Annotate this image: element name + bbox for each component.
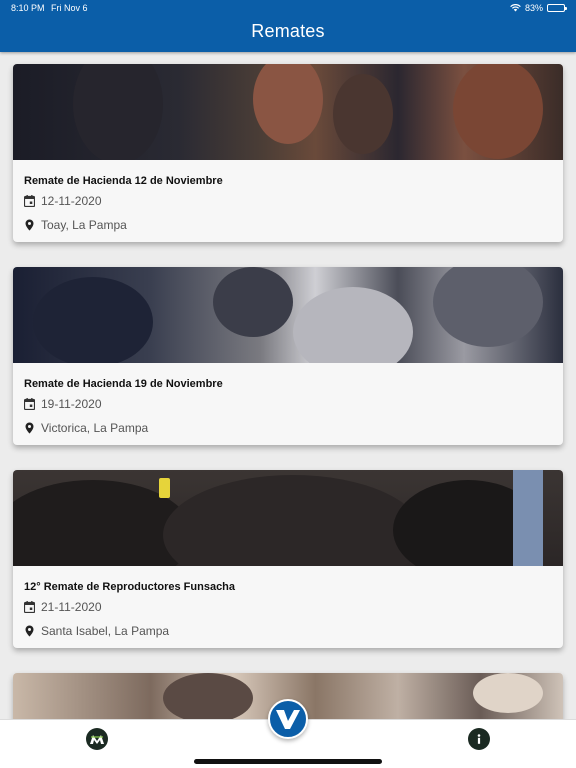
- location-pin-icon: [25, 422, 34, 434]
- brand-m-icon[interactable]: [86, 728, 108, 750]
- auction-date: 12-11-2020: [41, 194, 102, 208]
- battery-icon: [547, 4, 567, 12]
- battery-percent: 83%: [524, 3, 543, 13]
- auction-photo: [13, 267, 563, 363]
- auction-location: Santa Isabel, La Pampa: [41, 624, 170, 638]
- status-date: Fri Nov 6: [51, 3, 88, 13]
- auction-name: 12° Remate de Reproductores Funsacha: [24, 581, 236, 593]
- calendar-icon: [24, 601, 35, 613]
- status-time: 8:10 PM: [11, 3, 45, 13]
- auction-date-row: 12-11-2020: [24, 194, 102, 208]
- location-pin-icon: [25, 625, 34, 637]
- wifi-icon: [510, 4, 521, 12]
- auction-date: 21-11-2020: [41, 600, 102, 614]
- auction-card[interactable]: 12° Remate de Reproductores Funsacha 21-…: [13, 470, 563, 648]
- calendar-icon: [24, 195, 35, 207]
- auction-card[interactable]: Remate de Hacienda 12 de Noviembre 12-11…: [13, 64, 563, 242]
- status-bar: 8:10 PM Fri Nov 6 83%: [0, 0, 576, 18]
- status-right: 83%: [510, 3, 567, 13]
- auction-location-row: Santa Isabel, La Pampa: [24, 624, 169, 638]
- auction-location: Toay, La Pampa: [41, 218, 127, 232]
- auction-photo: [13, 470, 563, 566]
- auction-date-row: 19-11-2020: [24, 397, 102, 411]
- auction-card[interactable]: Remate de Hacienda 19 de Noviembre 19-11…: [13, 267, 563, 445]
- info-icon[interactable]: [468, 728, 490, 750]
- auction-location-row: Toay, La Pampa: [24, 218, 127, 232]
- auction-name: Remate de Hacienda 12 de Noviembre: [24, 175, 223, 187]
- home-indicator: [194, 759, 382, 764]
- calendar-icon: [24, 398, 35, 410]
- app-header: 8:10 PM Fri Nov 6 83% Remates: [0, 0, 576, 52]
- auction-location-row: Victorica, La Pampa: [24, 421, 148, 435]
- auction-location: Victorica, La Pampa: [41, 421, 149, 435]
- page-title: Remates: [251, 21, 325, 41]
- auction-date: 19-11-2020: [41, 397, 102, 411]
- brand-v-icon[interactable]: [268, 699, 308, 739]
- auction-date-row: 21-11-2020: [24, 600, 102, 614]
- auction-name: Remate de Hacienda 19 de Noviembre: [24, 378, 223, 390]
- auction-photo: [13, 64, 563, 160]
- location-pin-icon: [25, 219, 34, 231]
- tab-bar: [0, 699, 576, 768]
